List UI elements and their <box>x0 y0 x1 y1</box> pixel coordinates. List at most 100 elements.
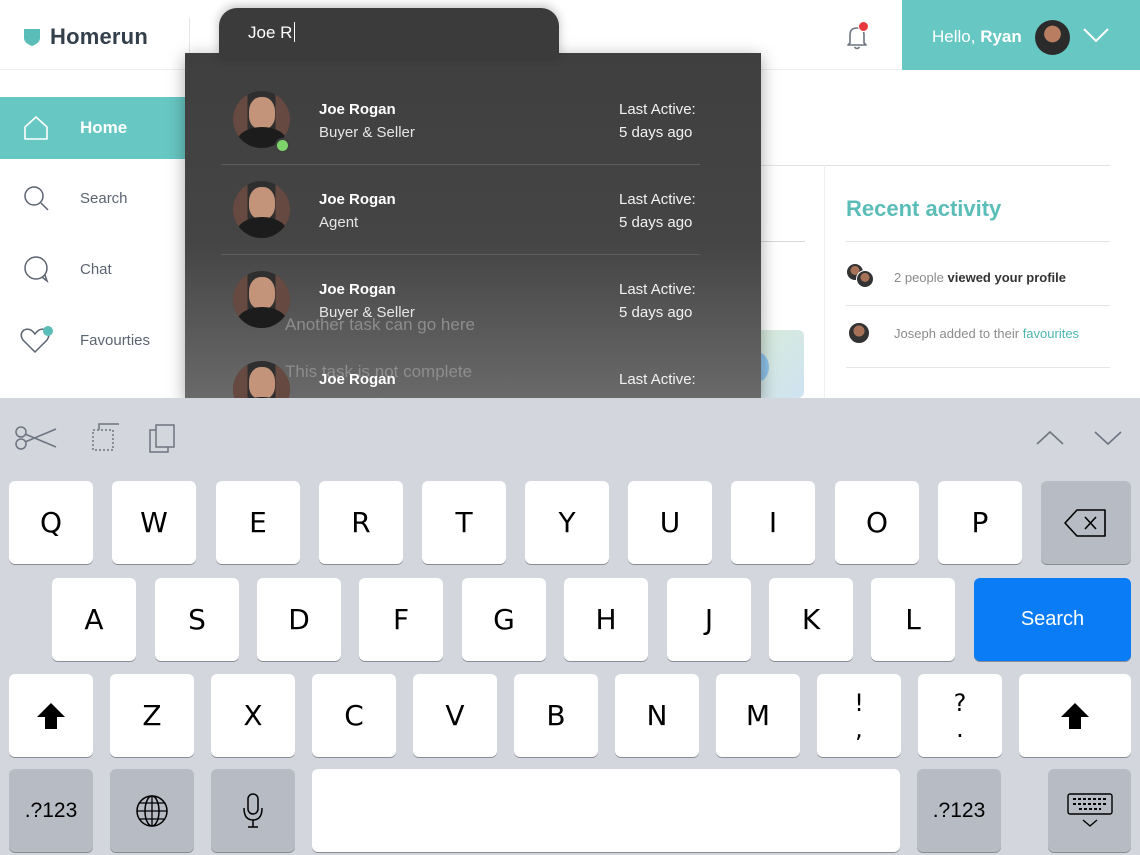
paste-icon[interactable] <box>137 420 181 456</box>
last-active-value: 5 days ago <box>619 124 693 141</box>
key-e[interactable]: E <box>216 481 300 564</box>
divider <box>846 367 1110 368</box>
shift-icon <box>37 702 65 729</box>
activity-actor: Joseph <box>894 325 936 341</box>
sidebar-item-chat[interactable]: Chat <box>0 238 190 300</box>
logo[interactable]: Homerun <box>22 22 148 52</box>
key-x[interactable]: X <box>211 674 295 757</box>
key-u[interactable]: U <box>628 481 712 564</box>
key-d[interactable]: D <box>257 578 341 661</box>
key-s[interactable]: S <box>155 578 239 661</box>
key-g[interactable]: G <box>462 578 546 661</box>
key-l[interactable]: L <box>871 578 955 661</box>
key-top-char: ! <box>854 688 864 717</box>
key-i[interactable]: I <box>731 481 815 564</box>
globe-key[interactable] <box>110 769 194 852</box>
chevron-down-icon[interactable] <box>1086 420 1130 456</box>
globe-icon <box>136 794 168 827</box>
logo-shield-icon <box>24 29 40 46</box>
sidebar-item-label: Chat <box>80 260 112 278</box>
search-result-item[interactable]: Joe Rogan Buyer & Seller Last Active: 5 … <box>221 255 700 345</box>
user-menu[interactable]: Hello, Ryan <box>902 0 1140 70</box>
chevron-down-icon[interactable] <box>1082 24 1110 46</box>
key-question-period[interactable]: ? . <box>918 674 1002 757</box>
recent-activity-title: Recent activity <box>846 196 1002 221</box>
key-q[interactable]: Q <box>9 481 93 564</box>
dismiss-keyboard-key[interactable] <box>1048 769 1131 852</box>
result-name: Joe Rogan <box>319 371 396 388</box>
divider <box>846 241 1110 242</box>
key-r[interactable]: R <box>319 481 403 564</box>
key-o[interactable]: O <box>835 481 919 564</box>
copy-icon[interactable] <box>80 420 124 456</box>
recent-activity-panel: Recent activity 2 people viewed your pro… <box>824 165 1140 400</box>
text-caret <box>294 22 296 42</box>
numbers-key-left[interactable]: .?123 <box>9 769 93 852</box>
activity-item[interactable]: Joseph added to their favourites <box>846 313 1110 353</box>
microphone-icon <box>243 792 263 828</box>
dictation-key[interactable] <box>211 769 295 852</box>
sidebar-item-favourites[interactable]: Favourties <box>0 309 190 371</box>
key-h[interactable]: H <box>564 578 648 661</box>
result-name: Joe Rogan <box>319 101 396 118</box>
numbers-key-right[interactable]: .?123 <box>917 769 1001 852</box>
avatar-head <box>249 97 275 129</box>
key-bottom-char: , <box>855 714 863 743</box>
search-result-item[interactable]: Joe Rogan Buyer & Seller Last Active: 5 … <box>221 75 700 165</box>
avatar-head <box>249 367 275 399</box>
search-key[interactable]: Search <box>974 578 1131 661</box>
sidebar-item-label: Home <box>80 118 128 137</box>
key-v[interactable]: V <box>413 674 497 757</box>
search-input[interactable]: Joe R <box>219 8 559 58</box>
activity-actor: 2 people <box>894 269 944 285</box>
key-top-char: ? <box>953 688 967 717</box>
avatar-head <box>249 277 275 309</box>
content-divider <box>760 241 805 242</box>
sidebar-item-search[interactable]: Search <box>0 167 190 229</box>
backspace-key[interactable] <box>1041 481 1131 564</box>
key-f[interactable]: F <box>359 578 443 661</box>
key-t[interactable]: T <box>422 481 506 564</box>
search-query[interactable]: Joe R <box>248 22 296 43</box>
key-c[interactable]: C <box>312 674 396 757</box>
header-divider <box>189 18 190 54</box>
user-greeting: Hello, Ryan <box>932 27 1022 47</box>
scissors-icon[interactable] <box>14 420 58 456</box>
last-active-label: Last Active: <box>619 281 696 298</box>
avatar-head <box>249 187 275 219</box>
shift-key-right[interactable] <box>1019 674 1131 757</box>
sidebar-item-home[interactable]: Home <box>0 97 190 159</box>
chevron-up-icon[interactable] <box>1028 420 1072 456</box>
activity-text: 2 people viewed your profile <box>894 270 1066 285</box>
key-exclamation-comma[interactable]: ! , <box>817 674 901 757</box>
key-j[interactable]: J <box>667 578 751 661</box>
brand-name: Homerun <box>50 24 148 49</box>
avatar <box>848 322 870 344</box>
activity-link[interactable]: favourites <box>1023 326 1079 341</box>
search-results-dropdown: Another task can go here This task is no… <box>185 53 761 418</box>
key-b[interactable]: B <box>514 674 598 757</box>
key-y[interactable]: Y <box>525 481 609 564</box>
key-k[interactable]: K <box>769 578 853 661</box>
search-result-item[interactable]: Joe Rogan Agent Last Active: 5 days ago <box>221 165 700 255</box>
key-p[interactable]: P <box>938 481 1022 564</box>
shift-key-left[interactable] <box>9 674 93 757</box>
backspace-icon <box>1064 508 1106 537</box>
user-avatar[interactable] <box>1035 20 1070 55</box>
result-role: Buyer & Seller <box>319 124 415 141</box>
avatar-group <box>846 263 878 291</box>
activity-item[interactable]: 2 people viewed your profile <box>846 257 1110 297</box>
last-active-value: 5 days ago <box>619 214 693 231</box>
key-m[interactable]: M <box>716 674 800 757</box>
key-n[interactable]: N <box>615 674 699 757</box>
user-name: Ryan <box>980 27 1022 46</box>
activity-text: Joseph added to their favourites <box>894 326 1079 341</box>
heart-icon <box>18 322 54 358</box>
key-w[interactable]: W <box>112 481 196 564</box>
sidebar-item-label: Favourties <box>80 331 151 349</box>
key-a[interactable]: A <box>52 578 136 661</box>
greeting-text: Hello, <box>932 27 976 46</box>
result-role: Agent <box>319 214 359 231</box>
key-z[interactable]: Z <box>110 674 194 757</box>
space-key[interactable] <box>312 769 900 852</box>
